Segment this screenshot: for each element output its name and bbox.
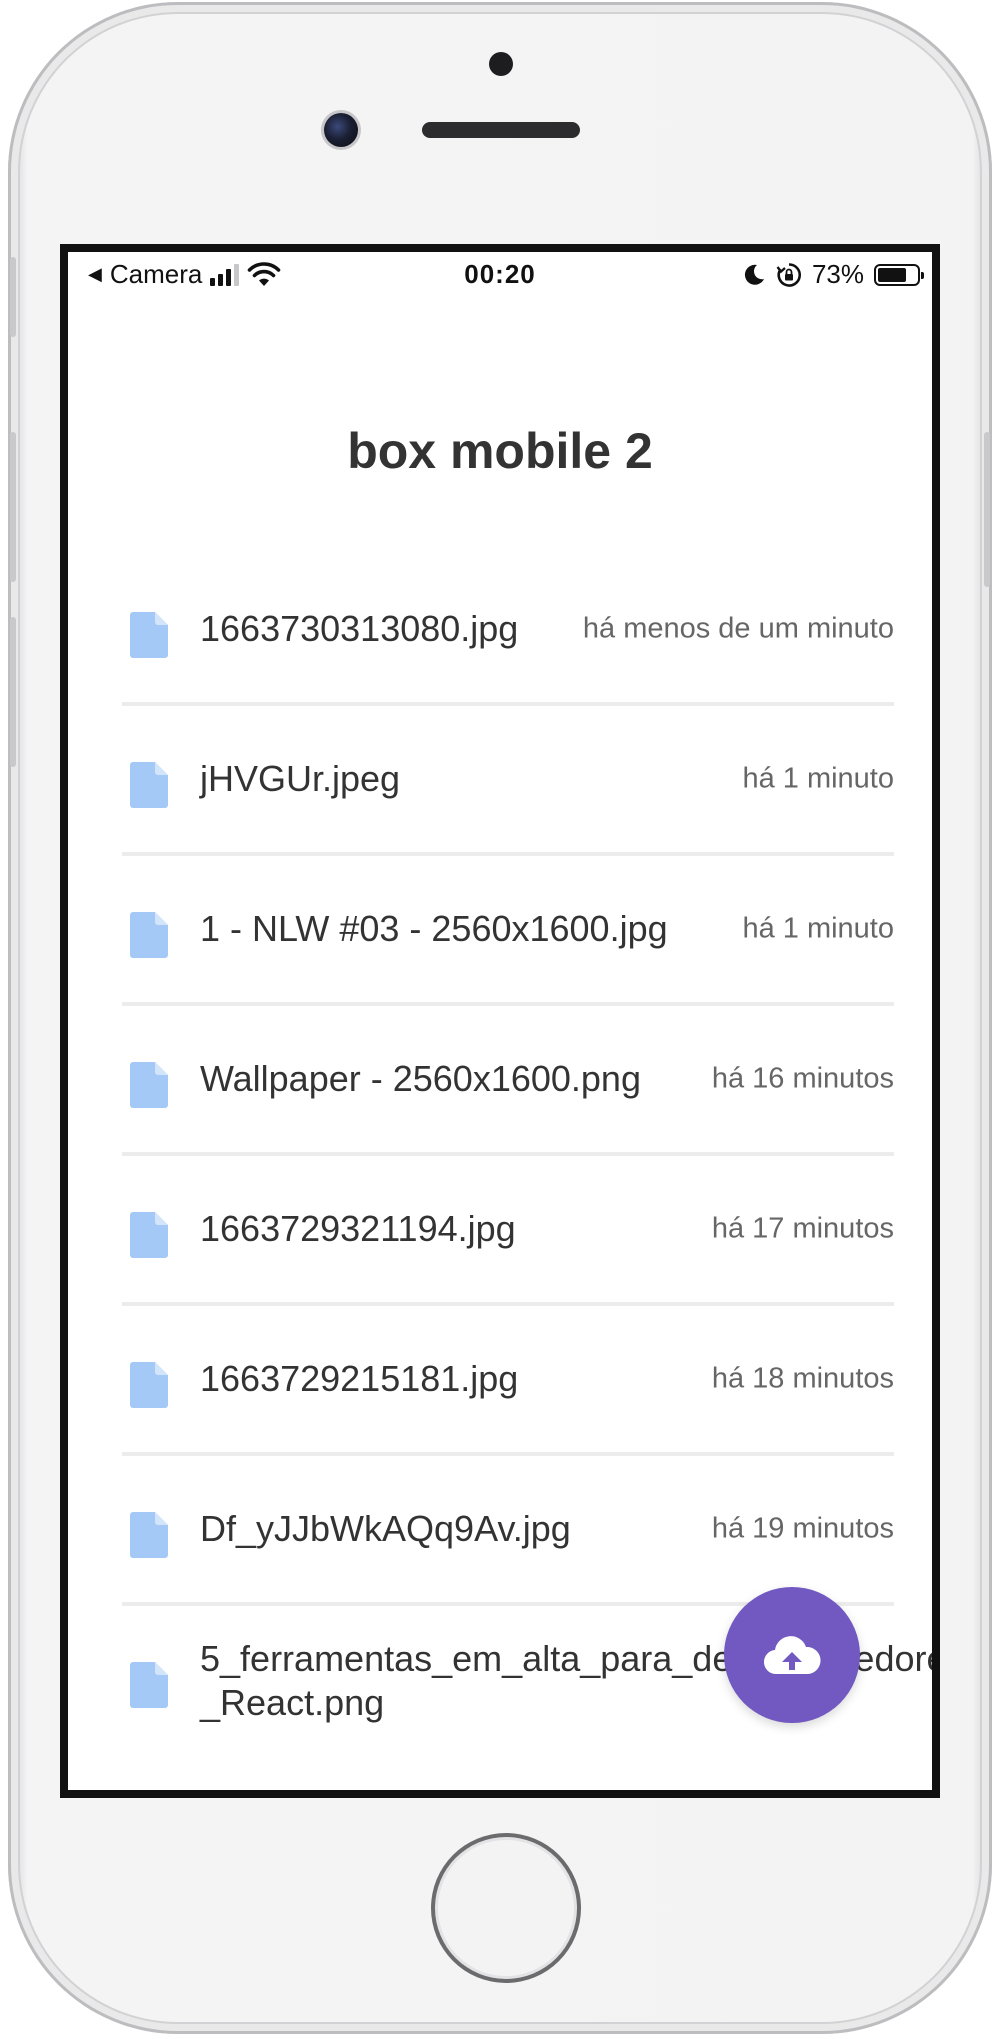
file-time: há 18 minutos	[711, 1362, 894, 1395]
file-icon	[130, 1062, 168, 1108]
file-row[interactable]: jHVGUr.jpeg há 1 minuto	[122, 706, 894, 856]
page-title: box mobile 2	[347, 423, 653, 479]
home-button[interactable]	[431, 1833, 581, 1983]
file-icon	[130, 912, 168, 958]
file-name: jHVGUr.jpeg	[200, 758, 401, 799]
file-name: 1663729215181.jpg	[200, 1358, 519, 1399]
file-icon	[130, 762, 168, 808]
volume-up-button	[10, 432, 16, 582]
file-time: há 1 minuto	[742, 912, 894, 945]
moon-icon	[744, 264, 764, 285]
file-time: há menos de um minuto	[582, 612, 894, 645]
file-time: há 1 minuto	[742, 762, 894, 795]
file-row[interactable]: 1 - NLW #03 - 2560x1600.jpg há 1 minuto	[122, 856, 894, 1006]
file-row[interactable]: Wallpaper - 2560x1600.png há 16 minutos	[122, 1006, 894, 1156]
earpiece-speaker	[422, 122, 580, 138]
file-time: há 16 minutos	[711, 1062, 894, 1095]
front-camera	[324, 113, 358, 147]
file-name: Wallpaper - 2560x1600.png	[200, 1058, 641, 1099]
battery-fill	[878, 267, 906, 282]
status-right-group: 73%	[742, 259, 924, 290]
file-icon	[130, 1662, 168, 1708]
file-icon	[130, 1212, 168, 1258]
cloud-upload-icon	[763, 1636, 821, 1675]
file-time: há 19 minutos	[711, 1512, 894, 1545]
file-name: 1 - NLW #03 - 2560x1600.jpg	[200, 908, 668, 949]
status-bar: ◀ Camera 00:20 73%	[68, 252, 932, 294]
file-row[interactable]: 1663729215181.jpg há 18 minutos	[122, 1306, 894, 1456]
file-name: Df_yJJbWkAQq9Av.jpg	[200, 1508, 571, 1549]
file-row[interactable]: 1663729321194.jpg há 17 minutos	[122, 1156, 894, 1306]
power-button	[984, 432, 990, 587]
file-row[interactable]: 1663730313080.jpg há menos de um minuto	[122, 556, 894, 706]
file-name: 1663730313080.jpg	[200, 608, 519, 649]
mute-switch	[10, 257, 16, 337]
file-list: 1663730313080.jpg há menos de um minuto jH…	[122, 556, 932, 1756]
app-screen: ◀ Camera 00:20 73% box mobile 2 16637303…	[60, 244, 940, 1798]
volume-down-button	[10, 617, 16, 767]
battery-icon	[874, 263, 924, 286]
file-time: há 17 minutos	[711, 1212, 894, 1245]
file-name: 1663729321194.jpg	[200, 1208, 516, 1249]
upload-button[interactable]	[724, 1587, 860, 1723]
file-row[interactable]: Df_yJJbWkAQq9Av.jpg há 19 minutos	[122, 1456, 894, 1606]
file-icon	[130, 1362, 168, 1408]
file-icon	[130, 1512, 168, 1558]
proximity-sensor	[489, 52, 513, 76]
file-icon	[130, 612, 168, 658]
battery-percent: 73%	[811, 259, 864, 289]
rotation-lock-icon	[776, 262, 801, 287]
